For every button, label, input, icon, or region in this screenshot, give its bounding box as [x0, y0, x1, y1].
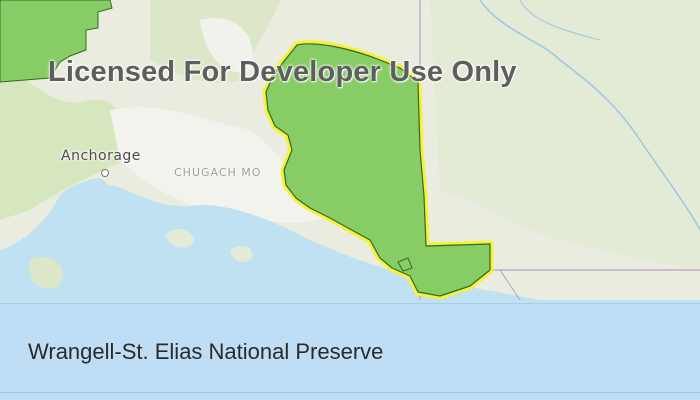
map-view[interactable]: Licensed For Developer Use Only Anchorag…	[0, 0, 700, 303]
panel-divider	[0, 392, 700, 393]
mountain-range-label: CHUGACH MO	[174, 166, 262, 179]
city-marker-icon	[101, 169, 109, 177]
city-label: Anchorage	[61, 148, 141, 164]
feature-info-panel: Wrangell-St. Elias National Preserve	[0, 303, 700, 400]
license-watermark: Licensed For Developer Use Only	[48, 56, 517, 88]
panel-divider	[0, 303, 700, 304]
feature-name-label: Wrangell-St. Elias National Preserve	[28, 339, 384, 364]
